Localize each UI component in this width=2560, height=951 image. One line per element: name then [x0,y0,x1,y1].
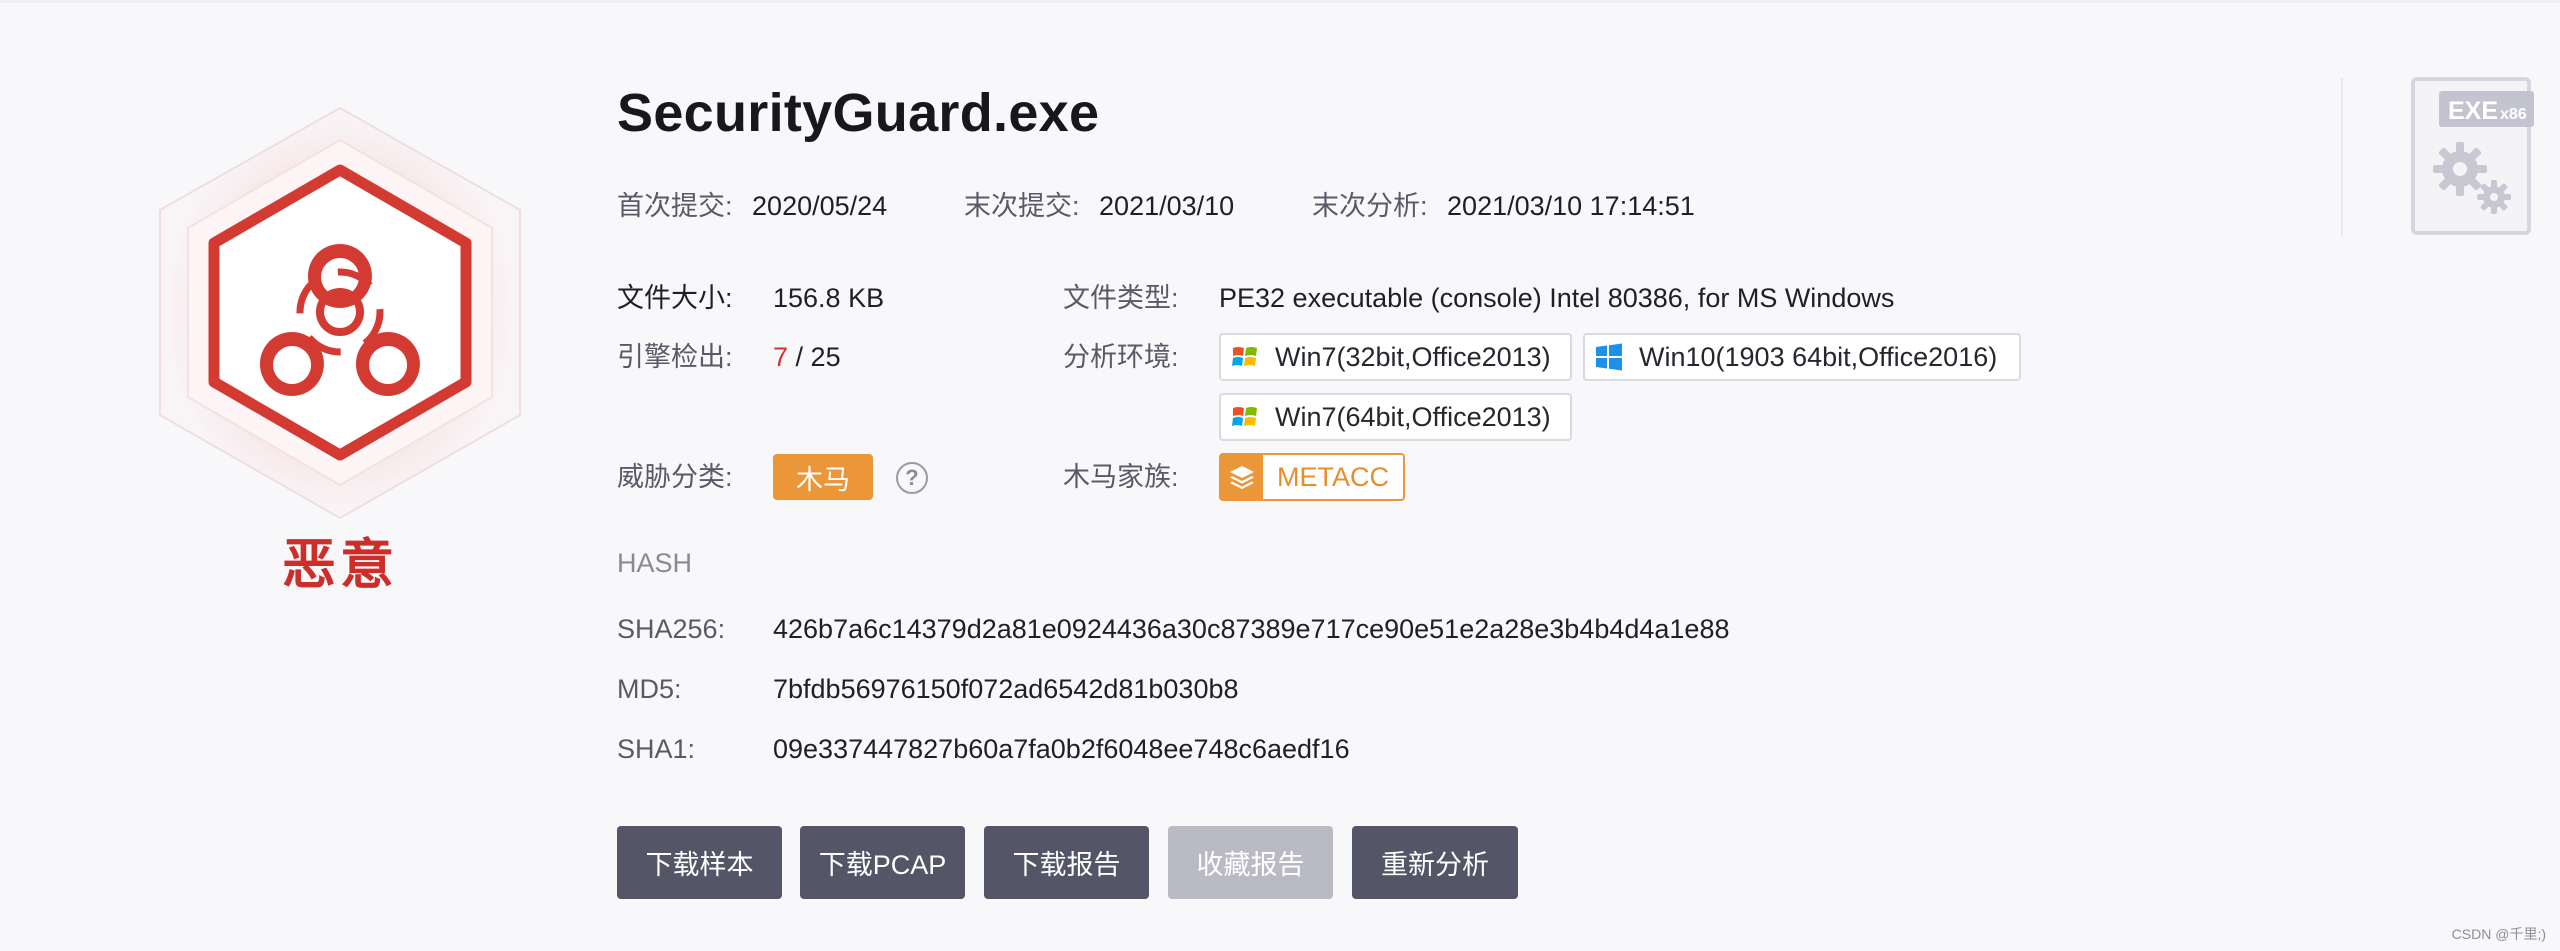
file-type-label: 文件类型: [1063,283,1179,313]
hexagon-shield [159,106,521,520]
sha256-label: SHA256: [617,614,726,644]
download-sample-button[interactable]: 下载样本 [617,826,782,899]
family-label: 木马家族: [1063,462,1179,492]
env-tag-label: Win7(32bit,Office2013) [1275,341,1551,372]
env-label: 分析环境: [1063,342,1179,372]
reanalyze-button[interactable]: 重新分析 [1352,826,1518,899]
env-tag-label: Win7(64bit,Office2013) [1275,401,1551,432]
download-report-button[interactable]: 下载报告 [984,826,1149,899]
first-submit-value: 2020/05/24 [752,191,888,221]
download-pcap-button[interactable]: 下载PCAP [800,826,965,899]
file-size-label: 文件大小: [617,283,733,313]
file-type-value: PE32 executable (console) Intel 80386, f… [1219,283,1895,313]
threat-category-badge: 木马 [773,454,873,500]
first-submit: 首次提交: 2020/05/24 [617,186,887,226]
verdict-badge: 恶意 [140,100,540,600]
help-icon[interactable]: ? [896,462,928,494]
windows10-icon [1596,343,1622,371]
windows7-icon [1232,347,1257,366]
env-tag-win7-64[interactable]: Win7(64bit,Office2013) [1219,393,1572,441]
md5-label: MD5: [617,674,682,704]
file-analysis-page: 恶意 SecurityGuard.exe 首次提交: 2020/05/24 末次… [0,0,2560,951]
last-analysis-label: 末次分析: [1312,191,1428,221]
favorite-report-button[interactable]: 收藏报告 [1168,826,1333,899]
exe-file-icon: EXE x86 [2411,77,2534,235]
file-size-value: 156.8 KB [773,283,885,313]
env-tag-label: Win10(1903 64bit,Office2016) [1639,341,1998,372]
last-submit-value: 2021/03/10 [1099,191,1235,221]
windows7-icon [1232,407,1257,426]
file-name: SecurityGuard.exe [617,83,1100,143]
last-submit: 末次提交: 2021/03/10 [964,186,1234,226]
first-submit-label: 首次提交: [617,191,733,221]
engine-label: 引擎检出: [617,342,733,372]
md5-value: 7bfdb56976150f072ad6542d81b030b8 [773,674,1239,704]
env-tag-win7-32[interactable]: Win7(32bit,Office2013) [1219,333,1572,381]
env-tag-win10[interactable]: Win10(1903 64bit,Office2016) [1583,333,2021,381]
verdict-label: 恶意 [282,535,398,595]
family-value: METACC [1277,461,1389,492]
sha1-value: 09e337447827b60a7fa0b2f6048ee748c6aedf16 [773,734,1350,764]
hash-heading: HASH [617,548,693,578]
exe-badge-sub: x86 [2500,106,2527,123]
vertical-divider [2341,78,2343,236]
engine-separator: / [788,342,811,372]
watermark: CSDN @千里;) [2451,926,2546,942]
exe-badge-main: EXE [2448,97,2498,125]
last-submit-label: 末次提交: [964,191,1080,221]
sha1-label: SHA1: [617,734,696,764]
layers-icon [1221,455,1263,499]
top-border [0,0,2560,3]
sha256-value: 426b7a6c14379d2a81e0924436a30c87389e717c… [773,614,1730,644]
family-tag[interactable]: METACC [1219,453,1405,501]
engine-total-count: 25 [810,342,841,372]
last-analysis-value: 2021/03/10 17:14:51 [1447,191,1695,221]
last-analysis: 末次分析: 2021/03/10 17:14:51 [1312,186,1695,226]
threat-label: 威胁分类: [617,462,733,492]
engine-detection: 7 / 25 [773,337,841,377]
engine-detected-count: 7 [773,342,789,372]
